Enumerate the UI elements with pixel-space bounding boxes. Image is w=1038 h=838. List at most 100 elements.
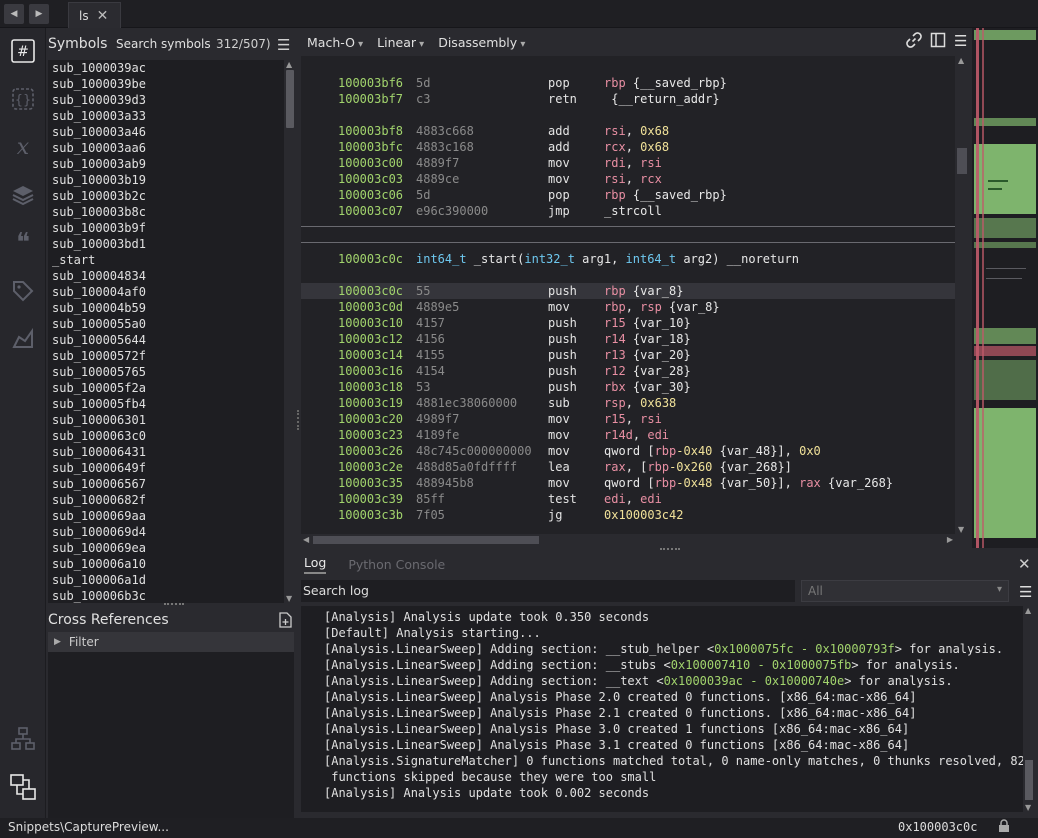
layers-icon[interactable] bbox=[8, 180, 38, 210]
symbol-item[interactable]: sub_100005fb4 bbox=[48, 396, 284, 412]
log-address-range[interactable]: 0x100007410 - 0x1000075fb bbox=[671, 658, 852, 672]
variables-icon[interactable]: 𝑥 bbox=[8, 132, 38, 162]
instruction-address[interactable]: 100003c26 bbox=[338, 443, 403, 459]
scroll-up-icon[interactable]: ▲ bbox=[286, 60, 292, 69]
disasm-line[interactable]: 100003c12 4156 push r14 {var_18} bbox=[301, 331, 955, 347]
symbol-item[interactable]: sub_100003b2c bbox=[48, 188, 284, 204]
disasm-line[interactable]: 100003bf8 4883c668 add rsi, 0x68 bbox=[301, 123, 955, 139]
log-address-range[interactable]: 0x1000039ac - 0x10000740e bbox=[664, 674, 845, 688]
strings-icon[interactable]: ❝ bbox=[8, 228, 38, 258]
format-dropdown[interactable]: Mach-O bbox=[307, 35, 363, 50]
symbol-item[interactable]: sub_100004834 bbox=[48, 268, 284, 284]
symbol-item[interactable]: sub_100003ab9 bbox=[48, 156, 284, 172]
types-icon[interactable]: {} bbox=[8, 84, 38, 114]
search-symbols-input[interactable]: Search symbols bbox=[116, 37, 216, 51]
tab-log[interactable]: Log bbox=[304, 555, 327, 574]
symbol-item[interactable]: sub_100003b9f bbox=[48, 220, 284, 236]
splitter-handle[interactable] bbox=[660, 548, 680, 552]
scrollbar-thumb[interactable] bbox=[957, 148, 967, 174]
log-address-range[interactable]: 0x1000075fc - 0x10000793f bbox=[714, 642, 895, 656]
disassembly-vertical-scrollbar[interactable]: ▲ ▼ bbox=[955, 56, 969, 534]
symbol-item[interactable]: _start bbox=[48, 252, 284, 268]
new-pane-icon[interactable] bbox=[278, 612, 292, 632]
symbol-item[interactable]: sub_1000039be bbox=[48, 76, 284, 92]
disasm-line[interactable]: 100003c39 85ff test edi, edi bbox=[301, 491, 955, 507]
hamburger-menu-icon[interactable]: ☰ bbox=[954, 32, 967, 52]
symbols-scrollbar[interactable]: ▲ ▼ bbox=[284, 60, 296, 603]
close-tab-icon[interactable]: ✕ bbox=[97, 8, 109, 24]
disasm-line[interactable]: 100003bfc 4883c168 add rcx, 0x68 bbox=[301, 139, 955, 155]
symbol-item[interactable]: sub_100006301 bbox=[48, 412, 284, 428]
disasm-line[interactable]: 100003c20 4989f7 mov r15, rsi bbox=[301, 411, 955, 427]
disasm-line[interactable]: 100003bf7 c3 retn {__return_addr} bbox=[301, 91, 955, 107]
symbol-item[interactable]: sub_100003aa6 bbox=[48, 140, 284, 156]
scroll-down-icon[interactable]: ▼ bbox=[958, 525, 964, 534]
symbol-item[interactable]: sub_100003a33 bbox=[48, 108, 284, 124]
instruction-address[interactable]: 100003c06 bbox=[338, 187, 403, 203]
feature-map[interactable] bbox=[972, 28, 1038, 548]
instruction-address[interactable]: 100003c0d bbox=[338, 299, 403, 315]
disasm-line[interactable]: 100003c14 4155 push r13 {var_20} bbox=[301, 347, 955, 363]
symbol-item[interactable]: sub_1000039ac bbox=[48, 60, 284, 76]
symbol-item[interactable]: sub_1000063c0 bbox=[48, 428, 284, 444]
instruction-address[interactable]: 100003bfc bbox=[338, 139, 403, 155]
symbol-item[interactable]: sub_1000055a0 bbox=[48, 316, 284, 332]
instruction-address[interactable]: 100003c3b bbox=[338, 507, 403, 523]
function-address[interactable]: 100003c0c bbox=[338, 251, 403, 267]
symbol-item[interactable]: sub_100004b59 bbox=[48, 300, 284, 316]
splitter-handle[interactable] bbox=[297, 410, 301, 430]
symbol-item[interactable]: sub_1000069aa bbox=[48, 508, 284, 524]
scrollbar-thumb[interactable] bbox=[313, 536, 539, 544]
scroll-left-icon[interactable]: ◀ bbox=[303, 535, 309, 544]
symbol-item[interactable]: sub_1000069d4 bbox=[48, 524, 284, 540]
hamburger-menu-icon[interactable]: ☰ bbox=[277, 36, 290, 54]
disasm-line[interactable]: 100003c0c 55 push rbp {var_8} bbox=[301, 283, 955, 299]
symbol-item[interactable]: sub_100005765 bbox=[48, 364, 284, 380]
disasm-line[interactable]: 100003bf6 5d pop rbp {__saved_rbp} bbox=[301, 75, 955, 91]
instruction-address[interactable]: 100003c35 bbox=[338, 475, 403, 491]
symbol-item[interactable]: sub_10000649f bbox=[48, 460, 284, 476]
instruction-address[interactable]: 100003c2e bbox=[338, 459, 403, 475]
splitter-handle[interactable] bbox=[164, 603, 184, 607]
symbol-item[interactable]: sub_100006a10 bbox=[48, 556, 284, 572]
disasm-line[interactable]: 100003c07 e96c390000 jmp _strcoll bbox=[301, 203, 955, 219]
instruction-address[interactable]: 100003c07 bbox=[338, 203, 403, 219]
symbol-item[interactable]: sub_1000069ea bbox=[48, 540, 284, 556]
disasm-line[interactable]: 100003c18 53 push rbx {var_30} bbox=[301, 379, 955, 395]
graph-icon[interactable] bbox=[8, 724, 38, 754]
symbol-item[interactable]: sub_100005f2a bbox=[48, 380, 284, 396]
disasm-line[interactable]: 100003c23 4189fe mov r14d, edi bbox=[301, 427, 955, 443]
disasm-line[interactable]: 100003c35 488945b8 mov qword [rbp-0x48 {var… bbox=[301, 475, 955, 491]
disasm-line[interactable]: 100003c10 4157 push r15 {var_10} bbox=[301, 315, 955, 331]
symbol-item[interactable]: sub_100006b3c bbox=[48, 588, 284, 603]
scroll-down-icon[interactable]: ▼ bbox=[1025, 803, 1031, 812]
disasm-line[interactable]: 100003c16 4154 push r12 {var_28} bbox=[301, 363, 955, 379]
instruction-address[interactable]: 100003c10 bbox=[338, 315, 403, 331]
symbols-icon[interactable]: # bbox=[8, 36, 38, 66]
link-icon[interactable] bbox=[906, 32, 922, 52]
scrollbar-thumb[interactable] bbox=[1025, 760, 1033, 800]
symbol-item[interactable]: sub_100003b19 bbox=[48, 172, 284, 188]
layout-dropdown[interactable]: Linear bbox=[377, 35, 424, 50]
back-button[interactable]: ◀ bbox=[4, 4, 24, 24]
instruction-address[interactable]: 100003c39 bbox=[338, 491, 403, 507]
symbols-list[interactable]: sub_1000039ac sub_1000039be sub_1000039d3 s… bbox=[48, 60, 284, 603]
symbol-item[interactable]: sub_100003a46 bbox=[48, 124, 284, 140]
close-icon[interactable]: ✕ bbox=[1018, 555, 1031, 573]
scrollbar-thumb[interactable] bbox=[286, 70, 294, 128]
symbol-item[interactable]: sub_100005644 bbox=[48, 332, 284, 348]
instruction-address[interactable]: 100003c16 bbox=[338, 363, 403, 379]
lock-icon[interactable] bbox=[998, 819, 1010, 836]
disasm-line[interactable]: 100003c26 48c745c000000000 mov qword [rbp-0… bbox=[301, 443, 955, 459]
instruction-address[interactable]: 100003c00 bbox=[338, 155, 403, 171]
instruction-address[interactable]: 100003c03 bbox=[338, 171, 403, 187]
view-dropdown[interactable]: Disassembly bbox=[438, 35, 525, 50]
symbol-item[interactable]: sub_100003b8c bbox=[48, 204, 284, 220]
instruction-address[interactable]: 100003c12 bbox=[338, 331, 403, 347]
symbol-item[interactable]: sub_1000039d3 bbox=[48, 92, 284, 108]
disasm-line[interactable]: 100003c00 4889f7 mov rdi, rsi bbox=[301, 155, 955, 171]
symbol-item[interactable]: sub_100006431 bbox=[48, 444, 284, 460]
symbol-item[interactable]: sub_10000572f bbox=[48, 348, 284, 364]
disasm-line[interactable]: 100003c2e 488d85a0fdffff lea rax, [rbp-0x26… bbox=[301, 459, 955, 475]
symbol-item[interactable]: sub_10000682f bbox=[48, 492, 284, 508]
